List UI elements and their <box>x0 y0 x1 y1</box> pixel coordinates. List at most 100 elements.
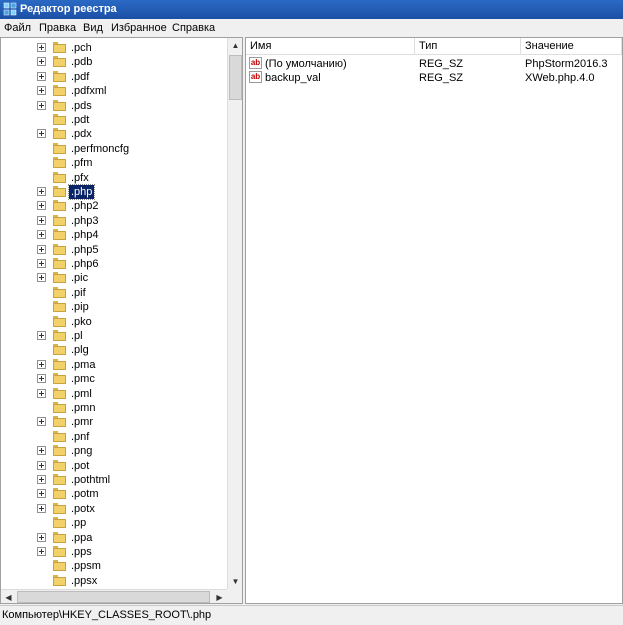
tree-item[interactable]: .pps <box>1 545 227 559</box>
tree-horizontal-scrollbar[interactable]: ◀ ▶ <box>1 589 227 603</box>
expand-plus-icon[interactable] <box>37 187 46 196</box>
tree-item[interactable]: .pma <box>1 358 227 372</box>
expand-plus-icon[interactable] <box>37 547 46 556</box>
tree-item[interactable]: .pmr <box>1 415 227 429</box>
tree-item[interactable]: .php4 <box>1 228 227 242</box>
value-type: REG_SZ <box>419 58 464 70</box>
expand-plus-icon[interactable] <box>37 331 46 340</box>
expand-plus-icon[interactable] <box>37 503 46 513</box>
tree-item[interactable]: .potx <box>1 502 227 516</box>
menu-favorites[interactable]: Избранное <box>111 22 167 34</box>
value-name: (По умолчанию) <box>265 58 347 70</box>
tree-item[interactable]: .pnf <box>1 430 227 444</box>
tree-item[interactable]: .pko <box>1 315 227 329</box>
expand-plus-icon[interactable] <box>37 100 46 110</box>
column-header-data[interactable]: Значение <box>521 38 622 55</box>
tree-item[interactable]: .ppsm <box>1 559 227 573</box>
tree-item[interactable]: .pic <box>1 271 227 285</box>
tree-item-label: .pdt <box>71 114 90 126</box>
tree-vertical-scrollbar[interactable]: ▲ ▼ <box>227 38 242 589</box>
tree-item[interactable]: .pot <box>1 459 227 473</box>
tree-item[interactable]: .png <box>1 444 227 458</box>
value-data: PhpStorm2016.3 <box>525 58 608 70</box>
folder-icon <box>53 358 66 370</box>
tree-vertical-scroll-thumb[interactable] <box>229 55 242 100</box>
expand-plus-icon[interactable] <box>37 244 46 254</box>
tree-item[interactable]: .pothtml <box>1 473 227 487</box>
tree-item[interactable]: .pdb <box>1 55 227 69</box>
tree-item[interactable]: .pml <box>1 387 227 401</box>
tree-item-label: .perfmoncfg <box>71 142 130 155</box>
tree-item[interactable]: .perfmoncfg <box>1 142 227 156</box>
string-value-icon: ab <box>249 57 262 69</box>
expand-plus-icon[interactable] <box>37 489 46 499</box>
expand-plus-icon[interactable] <box>37 215 46 225</box>
expand-plus-icon[interactable] <box>37 230 46 240</box>
expand-plus-icon[interactable] <box>37 43 46 52</box>
column-header-type[interactable]: Тип <box>415 38 521 55</box>
expand-plus-icon[interactable] <box>37 86 46 96</box>
expand-plus-icon[interactable] <box>37 57 46 67</box>
tree-item[interactable]: .ppa <box>1 531 227 545</box>
tree-item-label: .pdb <box>71 56 93 69</box>
tree-item[interactable]: .php2 <box>1 199 227 213</box>
tree-item[interactable]: .pdfxml <box>1 84 227 98</box>
expand-plus-icon[interactable] <box>37 273 46 283</box>
scroll-left-arrow-icon[interactable]: ◀ <box>1 590 16 603</box>
expand-plus-icon[interactable] <box>37 359 46 369</box>
scroll-up-arrow-icon[interactable]: ▲ <box>228 38 242 53</box>
column-header-name[interactable]: Имя <box>246 38 415 55</box>
tree-item[interactable]: .pfm <box>1 156 227 170</box>
expand-plus-icon[interactable] <box>37 259 46 268</box>
registry-editor-icon <box>3 2 17 16</box>
window-titlebar[interactable]: Редактор реестра <box>0 0 623 19</box>
tree-item[interactable]: .pds <box>1 99 227 113</box>
tree-item[interactable]: .pip <box>1 300 227 314</box>
tree-item[interactable]: .pmc <box>1 372 227 386</box>
tree-horizontal-scroll-thumb[interactable] <box>17 591 210 603</box>
expand-plus-icon[interactable] <box>37 532 46 542</box>
values-list-pane[interactable]: Имя Тип Значение ab (По умолчанию) REG_S… <box>245 37 623 604</box>
tree-item-label: .pmr <box>71 416 93 429</box>
expand-plus-icon[interactable] <box>37 388 46 398</box>
tree-item[interactable]: .php3 <box>1 214 227 228</box>
expand-plus-icon[interactable] <box>37 417 46 427</box>
tree-item[interactable]: .pdf <box>1 70 227 84</box>
tree-item-label: .pml <box>71 387 92 400</box>
tree-item-label: .pmn <box>71 402 96 414</box>
key-tree-pane[interactable]: .pch .pdb .pdf .pdfxml .pds .pdt .pdx .perfmonc… <box>0 37 243 604</box>
tree-item[interactable]: .pp <box>1 516 227 530</box>
scroll-right-arrow-icon[interactable]: ▶ <box>212 590 227 603</box>
tree-item[interactable]: .pl <box>1 329 227 343</box>
tree-item-label: .pmc <box>71 373 95 386</box>
tree-item[interactable]: .pmn <box>1 401 227 415</box>
menu-view[interactable]: Вид <box>83 22 103 34</box>
tree-item[interactable]: .pdx <box>1 127 227 141</box>
value-row[interactable]: ab backup_val REG_SZ XWeb.php.4.0 <box>246 71 622 85</box>
tree-item[interactable]: .pdt <box>1 113 227 127</box>
value-row[interactable]: ab (По умолчанию) REG_SZ PhpStorm2016.3 <box>246 57 622 71</box>
tree-item[interactable]: .pfx <box>1 171 227 185</box>
menu-file[interactable]: Файл <box>4 22 31 34</box>
tree-item[interactable]: .potm <box>1 487 227 501</box>
folder-icon <box>53 373 66 385</box>
menu-edit[interactable]: Правка <box>39 22 76 34</box>
expand-plus-icon[interactable] <box>37 129 46 139</box>
folder-icon <box>53 286 66 298</box>
tree-item[interactable]: .pif <box>1 286 227 300</box>
expand-plus-icon[interactable] <box>37 475 46 484</box>
scroll-down-arrow-icon[interactable]: ▼ <box>228 574 242 589</box>
tree-item[interactable]: .plg <box>1 343 227 357</box>
expand-plus-icon[interactable] <box>37 446 46 456</box>
tree-item[interactable]: .php <box>1 184 227 200</box>
expand-plus-icon[interactable] <box>37 71 46 81</box>
expand-plus-icon[interactable] <box>37 374 46 384</box>
expand-plus-icon[interactable] <box>37 201 46 211</box>
menu-help[interactable]: Справка <box>172 22 215 34</box>
tree-item[interactable]: .pch <box>1 41 227 55</box>
expand-plus-icon[interactable] <box>37 460 46 470</box>
tree-item[interactable]: .ppsx <box>1 574 227 588</box>
tree-item[interactable]: .php6 <box>1 257 227 271</box>
tree-item[interactable]: .php5 <box>1 243 227 257</box>
tree-item-label: .pot <box>71 459 90 472</box>
